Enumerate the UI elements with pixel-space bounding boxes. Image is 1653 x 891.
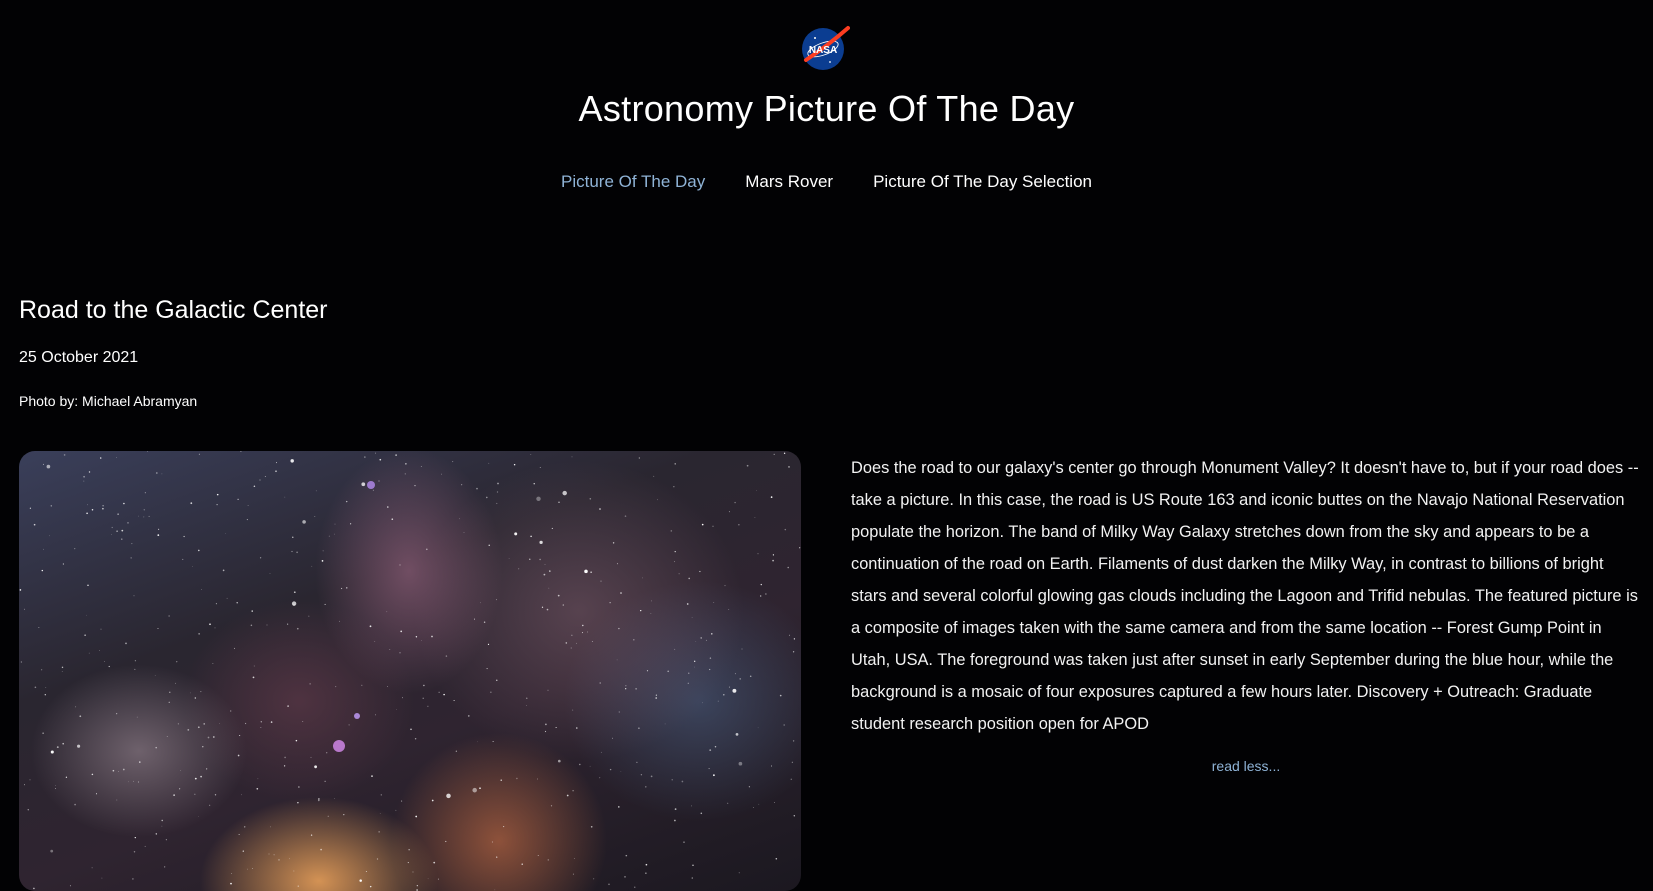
milky-way-photo[interactable] (19, 451, 801, 891)
post-date: 25 October 2021 (19, 349, 139, 366)
logo-text: NASA (809, 45, 837, 56)
read-less-link[interactable]: read less... (851, 758, 1641, 774)
nav-item-picture-of-the-day[interactable]: Picture Of The Day (561, 172, 705, 192)
post-title: Road to the Galactic Center (19, 296, 328, 324)
site-title: Astronomy Picture Of The Day (578, 88, 1075, 129)
main-nav: Picture Of The Day Mars Rover Picture Of… (0, 172, 1653, 192)
site-header: NASA Astronomy Picture Of The Day Pictur… (0, 0, 1653, 240)
nasa-logo[interactable]: NASA (800, 22, 850, 72)
nav-item-picture-selection[interactable]: Picture Of The Day Selection (873, 172, 1092, 192)
star-field (19, 451, 801, 891)
nav-item-mars-rover[interactable]: Mars Rover (745, 172, 833, 192)
photo-credit: Photo by: Michael Abramyan (19, 393, 198, 409)
post-description: Does the road to our galaxy's center go … (851, 459, 1639, 733)
